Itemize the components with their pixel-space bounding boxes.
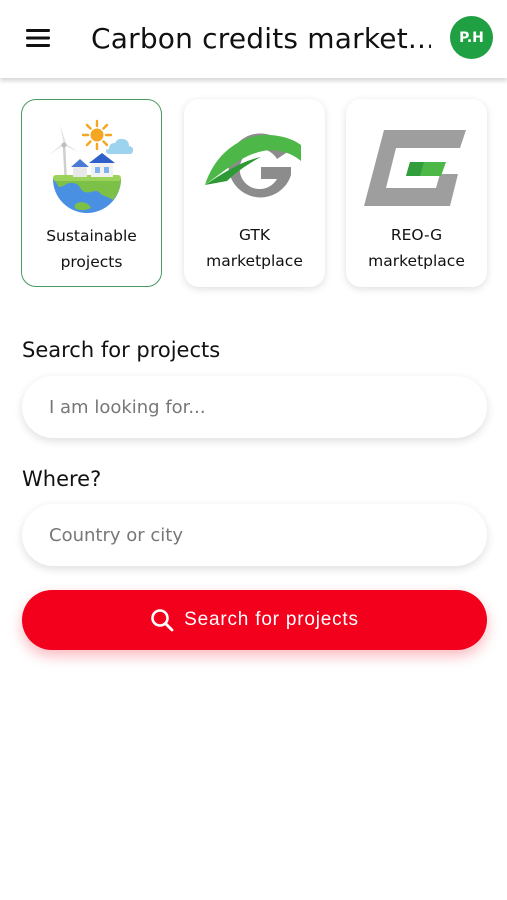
avatar[interactable]: P.H xyxy=(450,16,493,59)
hamburger-menu-icon[interactable] xyxy=(22,22,54,54)
category-label: REO-G marketplace xyxy=(346,222,487,274)
gtk-logo-icon xyxy=(184,113,325,223)
category-label-line2: marketplace xyxy=(206,252,303,270)
app-screen: Carbon credits market... P.H Sustainable… xyxy=(0,0,507,900)
category-label-line1: GTK xyxy=(238,226,271,244)
category-card-gtk-marketplace[interactable]: GTK marketplace xyxy=(184,99,325,287)
category-label: GTK marketplace xyxy=(184,222,325,274)
search-projects-button[interactable]: Search for projects xyxy=(22,590,487,650)
search-input[interactable] xyxy=(22,376,487,438)
category-card-sustainable-projects[interactable]: Sustainable projects xyxy=(21,99,162,287)
app-bar: Carbon credits market... P.H xyxy=(0,0,507,78)
search-icon xyxy=(150,608,174,632)
location-input[interactable] xyxy=(22,504,487,566)
category-cards: Sustainable projects GTK marketplace REO… xyxy=(21,99,488,289)
category-label-line2: marketplace xyxy=(368,252,465,270)
category-label-line2: projects xyxy=(60,253,123,271)
where-label: Where? xyxy=(22,467,102,491)
search-label: Search for projects xyxy=(22,338,221,362)
page-title: Carbon credits market... xyxy=(91,22,431,55)
reo-g-logo-icon xyxy=(346,113,487,223)
category-label: Sustainable projects xyxy=(22,223,161,275)
search-button-label: Search for projects xyxy=(184,609,359,630)
category-label-line1: Sustainable xyxy=(46,227,137,245)
sustainable-earth-icon xyxy=(22,114,161,224)
category-label-line1: REO-G xyxy=(390,226,443,244)
category-card-reo-g-marketplace[interactable]: REO-G marketplace xyxy=(346,99,487,287)
